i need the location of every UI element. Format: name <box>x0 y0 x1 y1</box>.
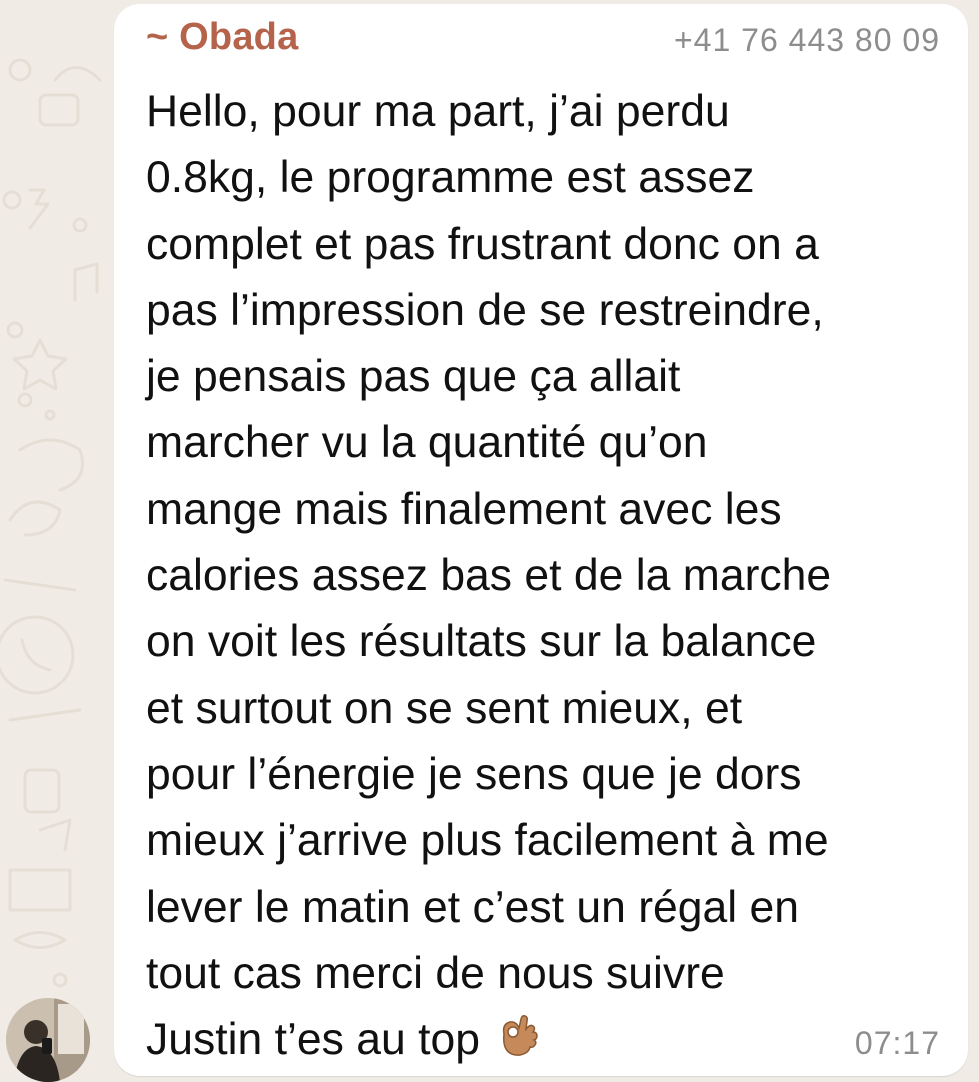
message-line: Hello, pour ma part, j’ai perdu <box>146 87 730 136</box>
message-line: Justin t’es au top <box>146 1015 480 1065</box>
message-line: mange mais finalement avec les <box>146 484 782 534</box>
sender-avatar[interactable] <box>6 998 90 1082</box>
message-line: et surtout on se sent mieux, et <box>146 683 743 733</box>
ok-hand-emoji-icon <box>502 1015 538 1057</box>
message-line: tout cas merci de nous suivre <box>146 948 725 998</box>
message-line: pas l’impression de se restreindre, <box>146 285 824 335</box>
message-line: pour l’énergie je sens que je dors <box>146 749 802 799</box>
message-line: lever le matin et c’est un régal en <box>146 882 800 932</box>
message-line: marcher vu la quantité qu’on <box>146 418 708 468</box>
message-line: 0.8kg, le programme est assez <box>146 153 755 203</box>
message-text: Hello, pour ma part, j’ai perdu 0.8kg, l… <box>146 79 946 1073</box>
message-line: on voit les résultats sur la balance <box>146 617 817 667</box>
message-line: je pensais pas que ça allait <box>146 352 681 402</box>
message-line: complet et pas frustrant donc on a <box>146 219 819 269</box>
message-bubble[interactable]: ~ Obada +41 76 443 80 09 Hello, pour ma … <box>114 4 968 1076</box>
message-line: calories assez bas et de la marche <box>146 551 832 601</box>
message-line: mieux j’arrive plus facilement à me <box>146 816 829 866</box>
sender-name[interactable]: ~ Obada <box>146 16 298 59</box>
sender-phone[interactable]: +41 76 443 80 09 <box>674 22 940 59</box>
message-time: 07:17 <box>854 1025 940 1061</box>
avatar-photo <box>6 998 90 1082</box>
message-last-line: Justin t’es au top <box>146 1007 946 1073</box>
